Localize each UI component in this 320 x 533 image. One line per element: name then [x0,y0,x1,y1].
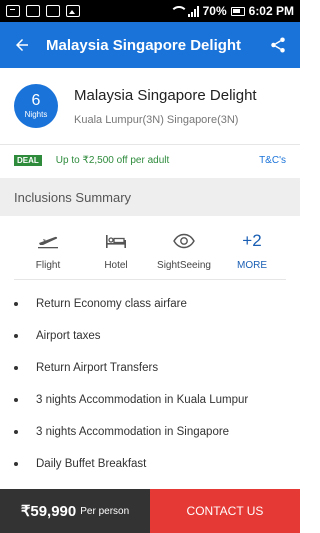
bullet [14,430,18,434]
list-item: Return Airport Transfers [14,352,286,384]
list-item: Airport taxes [14,320,286,352]
image-icon [66,5,80,17]
inclusions-header: Inclusions Summary [0,178,300,216]
price-unit: Per person [80,505,130,517]
deal-text: Up to ₹2,500 off per adult [55,155,170,166]
more-count: +2 [242,231,262,250]
nights-badge: 6 Nights [14,84,58,128]
bullet [14,366,18,370]
price-box: ₹59,990 Per person [0,489,150,533]
list-item: Return Economy class airfare [14,288,286,320]
battery-icon [230,6,245,16]
inclusion-label: SightSeeing [157,260,211,271]
back-arrow-icon[interactable] [10,33,34,57]
inclusion-flight[interactable]: Flight [14,226,82,279]
list-item-text: Return Economy class airfare [36,298,187,310]
inclusion-sightseeing[interactable]: SightSeeing [150,226,218,279]
notification-icons [6,5,80,17]
app-bar: Malaysia Singapore Delight [0,22,300,68]
deal-row: DEAL Up to ₹2,500 off per adult T&C's [0,144,300,176]
bullet [14,462,18,466]
contact-us-button[interactable]: CONTACT US [150,489,300,533]
wifi-icon [169,6,188,16]
twitter-icon [6,5,20,17]
bullet [14,398,18,402]
more-inclusions-button[interactable]: +2 MORE [218,226,286,279]
inclusion-hotel[interactable]: Hotel [82,226,150,279]
terms-link[interactable]: T&C's [259,155,286,166]
list-item-text: 3 nights Accommodation in Singapore [36,426,230,438]
signal-icon [187,5,199,17]
bullet [14,302,18,306]
eye-icon [173,232,195,250]
inclusion-label: Flight [35,260,61,271]
inclusion-icons-row: Flight Hotel SightSeeing +2 MORE [14,226,286,280]
hotel-icon [105,232,127,250]
list-item: 3 nights Accommodation in Kuala Lumpur [14,384,286,416]
list-item-text: Return Airport Transfers [36,362,159,374]
inclusion-label: Hotel [104,260,128,271]
flight-icon [37,232,59,250]
price-value: ₹59,990 [20,503,77,520]
battery-percent: 70% [202,4,227,18]
bottom-bar: ₹59,990 Per person CONTACT US [0,489,300,533]
status-bar: 70% 6:02 PM [0,0,300,22]
chat-icon [46,5,60,17]
list-item-text: Daily Buffet Breakfast [36,458,147,470]
more-label: MORE [237,260,267,271]
package-name: Malaysia Singapore Delight [74,86,257,104]
page-title: Malaysia Singapore Delight [46,36,242,54]
list-item: 3 nights Accommodation in Singapore [14,416,286,448]
clock: 6:02 PM [248,4,294,18]
package-route: Kuala Lumpur(3N) Singapore(3N) [74,113,239,126]
list-item: Daily Buffet Breakfast [14,448,286,480]
share-icon[interactable] [266,33,290,57]
bullet [14,334,18,338]
nights-count: 6 [31,92,41,109]
package-header: 6 Nights Malaysia Singapore Delight Kual… [0,68,300,144]
deal-badge: DEAL [14,155,42,166]
list-item-text: 3 nights Accommodation in Kuala Lumpur [36,394,249,406]
nights-label: Nights [24,110,48,119]
message-icon [26,5,40,17]
inclusions-list: Return Economy class airfare Airport tax… [14,288,286,480]
list-item-text: Airport taxes [36,330,101,342]
